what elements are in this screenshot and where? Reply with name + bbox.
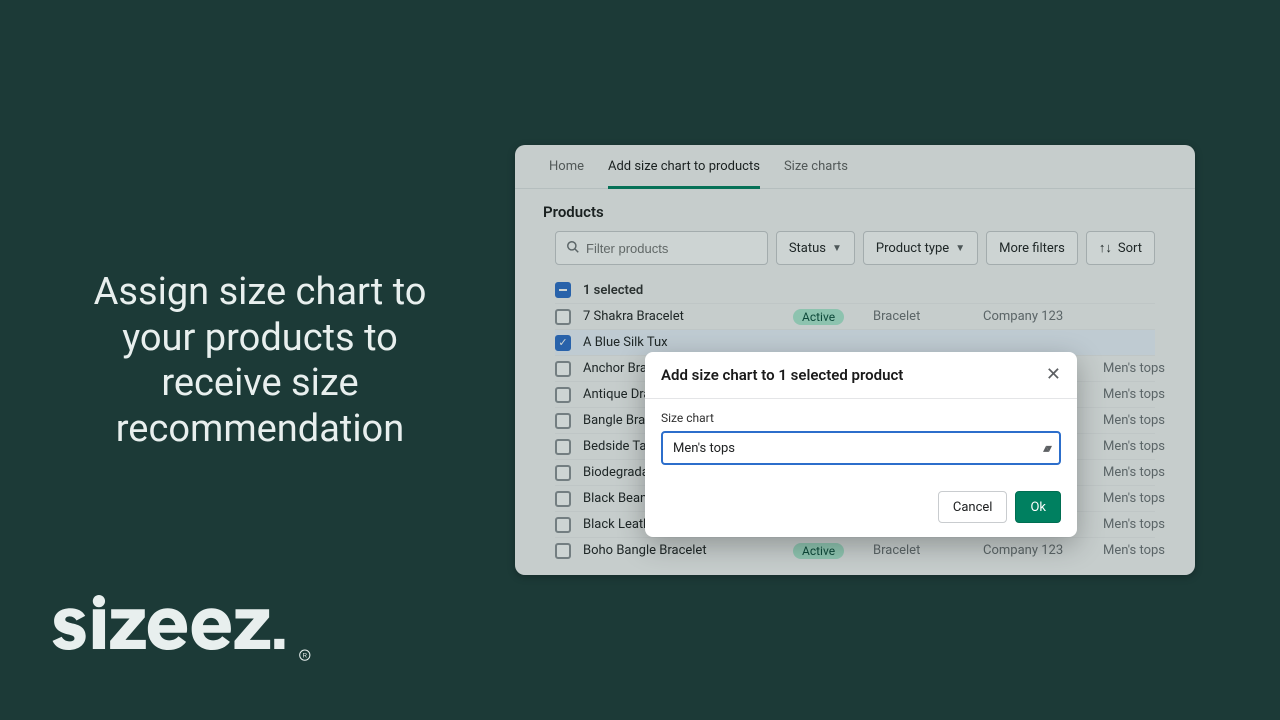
table-row[interactable]: 7 Shakra Bracelet Active Bracelet Compan…	[555, 303, 1155, 329]
tab-add-size-chart[interactable]: Add size chart to products	[608, 159, 760, 189]
svg-text:R: R	[303, 652, 308, 659]
product-chart: Men's tops	[1103, 439, 1195, 454]
status-badge: Active	[793, 543, 844, 559]
close-icon[interactable]: ✕	[1046, 366, 1061, 384]
row-checkbox[interactable]	[555, 387, 571, 403]
row-checkbox[interactable]	[555, 491, 571, 507]
selected-count: 1 selected	[583, 283, 793, 298]
tab-home[interactable]: Home	[549, 159, 584, 188]
logo: R	[50, 595, 315, 675]
table-row[interactable]: Boho Bangle Bracelet Active Bracelet Com…	[555, 537, 1155, 563]
sizeez-logo-svg: R	[50, 595, 315, 671]
product-chart: Men's tops	[1103, 361, 1195, 376]
type-filter-label: Product type	[876, 241, 949, 256]
product-vendor: Company 123	[983, 309, 1103, 324]
sort-button-label: Sort	[1118, 241, 1142, 256]
row-checkbox[interactable]	[555, 543, 571, 559]
search-icon	[566, 239, 580, 258]
product-chart: Men's tops	[1103, 491, 1195, 506]
select-chevrons-icon: ▴▾	[1043, 441, 1049, 455]
row-checkbox[interactable]	[555, 517, 571, 533]
section-title: Products	[515, 189, 1195, 231]
size-chart-select[interactable]: Men's tops ▴▾	[661, 431, 1061, 465]
toolbar: Status ▼ Product type ▼ More filters ↑↓ …	[515, 231, 1195, 277]
modal-title: Add size chart to 1 selected product	[661, 366, 903, 384]
search-input[interactable]	[586, 241, 757, 256]
product-type: Bracelet	[873, 309, 983, 324]
caret-down-icon: ▼	[955, 243, 965, 254]
add-size-chart-modal: Add size chart to 1 selected product ✕ S…	[645, 352, 1077, 537]
size-chart-selected: Men's tops	[673, 441, 735, 456]
product-name: A Blue Silk Tux	[583, 335, 793, 350]
status-filter-label: Status	[789, 241, 826, 256]
row-checkbox[interactable]	[555, 465, 571, 481]
search-input-wrap[interactable]	[555, 231, 768, 265]
status-filter[interactable]: Status ▼	[776, 231, 855, 265]
size-chart-label: Size chart	[661, 411, 1061, 425]
row-checkbox[interactable]	[555, 413, 571, 429]
cancel-button[interactable]: Cancel	[938, 491, 1008, 523]
product-chart: Men's tops	[1103, 387, 1195, 402]
ok-button[interactable]: Ok	[1015, 491, 1061, 523]
more-filters-button[interactable]: More filters	[986, 231, 1078, 265]
hero-text: Assign size chart to your products to re…	[60, 270, 460, 452]
product-type: Bracelet	[873, 543, 983, 558]
row-checkbox[interactable]	[555, 439, 571, 455]
type-filter[interactable]: Product type ▼	[863, 231, 978, 265]
product-chart: Men's tops	[1103, 413, 1195, 428]
product-vendor: Company 123	[983, 543, 1103, 558]
tabs: Home Add size chart to products Size cha…	[515, 145, 1195, 189]
table-header: 1 selected	[555, 277, 1155, 303]
product-name: 7 Shakra Bracelet	[583, 309, 793, 324]
sort-button[interactable]: ↑↓ Sort	[1086, 231, 1155, 265]
caret-down-icon: ▼	[832, 243, 842, 254]
product-chart: Men's tops	[1103, 517, 1195, 532]
select-all-checkbox[interactable]	[555, 282, 571, 298]
product-chart: Men's tops	[1103, 465, 1195, 480]
row-checkbox[interactable]	[555, 361, 571, 377]
sort-icon: ↑↓	[1099, 240, 1112, 256]
product-chart: Men's tops	[1103, 543, 1195, 558]
product-name: Boho Bangle Bracelet	[583, 543, 793, 558]
row-checkbox[interactable]	[555, 309, 571, 325]
tab-size-charts[interactable]: Size charts	[784, 159, 848, 188]
row-checkbox[interactable]: ✓	[555, 335, 571, 351]
status-badge: Active	[793, 309, 844, 325]
